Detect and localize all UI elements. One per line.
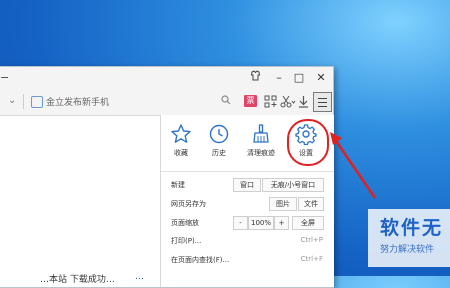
minimize-button[interactable]: –	[270, 70, 288, 85]
save-image-button[interactable]: 图片	[269, 197, 297, 211]
search-icon[interactable]	[221, 95, 231, 108]
divider	[23, 94, 24, 109]
menu-row-save-as: 网页另存为 图片 文件	[171, 197, 331, 211]
menu-line	[318, 98, 327, 99]
star-icon	[171, 124, 191, 143]
zoom-label: 页面缩放	[171, 219, 199, 227]
title-bar: − – □ ✕	[0, 67, 333, 89]
print-shortcut: Ctrl+P	[300, 236, 323, 244]
menu-button[interactable]	[313, 92, 332, 112]
apps-icon[interactable]	[264, 95, 277, 112]
download-icon[interactable]	[298, 95, 309, 112]
zoom-in-button[interactable]: +	[274, 216, 289, 230]
new-window-button[interactable]: 窗口	[233, 178, 261, 192]
clear-traces-button[interactable]: 清理痕迹	[243, 123, 279, 158]
menu-row-new: 新建 窗口 无痕/小号窗口	[171, 178, 331, 192]
zoom-out-button[interactable]: -	[233, 216, 248, 230]
menu-line	[318, 106, 327, 107]
menu-item-print[interactable]: 打印(P)... Ctrl+P	[171, 234, 331, 248]
ticket-icon[interactable]: 票	[244, 95, 257, 107]
menu-row-zoom: 页面缩放 - 100% + 全屏	[171, 216, 331, 230]
broom-icon	[253, 124, 269, 143]
browser-menu-panel: 收藏 历史 清理痕迹 设置 新建 窗口 无痕/小号窗口 网页另存为 图片 文件 …	[160, 115, 334, 287]
tab-edge-icon: −	[0, 71, 10, 84]
clear-traces-label: 清理痕迹	[247, 149, 275, 157]
menu-item-find[interactable]: 在页面内查找(F)... Ctrl+F	[171, 253, 331, 267]
favorites-button[interactable]: 收藏	[163, 123, 199, 158]
history-button[interactable]: 历史	[201, 123, 237, 158]
address-bar[interactable]: ⌄ 金立发布新手机 票	[0, 89, 333, 116]
save-as-label: 网页另存为	[171, 200, 206, 208]
red-arrow-annotation	[330, 132, 377, 199]
new-label: 新建	[171, 181, 185, 189]
print-label: 打印(P)...	[171, 237, 202, 245]
find-shortcut: Ctrl+F	[300, 255, 323, 263]
menu-line	[318, 102, 327, 103]
site-icon	[31, 96, 43, 108]
find-label: 在页面内查找(F)...	[171, 256, 230, 264]
new-incognito-button[interactable]: 无痕/小号窗口	[262, 178, 324, 192]
scissors-icon[interactable]	[280, 95, 296, 112]
maximize-button[interactable]: □	[290, 70, 308, 85]
close-button[interactable]: ✕	[312, 70, 330, 85]
skin-icon[interactable]	[246, 70, 264, 85]
watermark-title: 软件无	[380, 217, 444, 239]
divider	[161, 171, 334, 172]
zoom-value: 100%	[248, 216, 274, 230]
chevron-down-icon[interactable]: ⌄	[8, 95, 16, 106]
favorites-label: 收藏	[174, 149, 188, 157]
clock-icon	[209, 124, 229, 144]
fullscreen-button[interactable]: 全屏	[292, 216, 324, 230]
page-text: …本站 下载成功…	[40, 275, 115, 285]
watermark: 软件无 努力解决软件	[368, 209, 450, 267]
address-input[interactable]: 金立发布新手机	[46, 95, 109, 108]
page-link[interactable]: …	[135, 272, 144, 282]
history-label: 历史	[212, 149, 226, 157]
watermark-subtitle: 努力解决软件	[380, 245, 435, 255]
browser-window: − – □ ✕ ⌄ 金立发布新手机 票 收藏 历史 清理痕迹 设置 新建 窗口 …	[0, 66, 334, 288]
